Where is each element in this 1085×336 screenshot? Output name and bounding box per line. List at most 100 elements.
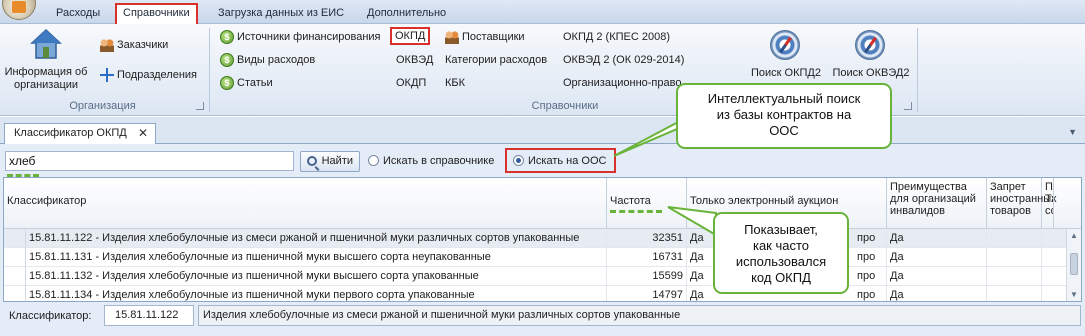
articles-label: Статьи bbox=[237, 77, 273, 89]
row-header bbox=[4, 286, 26, 301]
close-icon[interactable]: ✕ bbox=[138, 124, 148, 143]
column-header-foreign-ban[interactable]: Запрет иностранных товаров bbox=[987, 178, 1057, 229]
document-tab-strip: Классификатор ОКПД ✕ ▼ bbox=[0, 117, 1085, 144]
okpd2-button[interactable]: ОКПД 2 (КПЕС 2008) bbox=[563, 28, 670, 46]
radio-search-reference[interactable]: Искать в справочнике bbox=[368, 154, 494, 168]
radio-selected-icon bbox=[513, 155, 524, 166]
callout-smart-search: Интеллектуальный поиск из базы контракто… bbox=[676, 83, 892, 149]
search-icon bbox=[307, 156, 317, 166]
legal-forms-button[interactable]: Организационно-правов bbox=[563, 74, 681, 92]
cell-auction-partial: про bbox=[857, 270, 876, 282]
cell-auction-partial: про bbox=[857, 251, 876, 263]
cell-disabled-orgs: Да bbox=[887, 229, 987, 248]
okved2-button[interactable]: ОКВЭД 2 (ОК 029-2014) bbox=[563, 51, 684, 69]
row-header bbox=[4, 248, 26, 267]
cell-auction-value: Да bbox=[690, 270, 704, 282]
radio-search-reference-label: Искать в справочнике bbox=[383, 155, 495, 167]
cell-classifier: 15.81.11.132 - Изделия хлебобулочные из … bbox=[26, 267, 607, 286]
scroll-thumb[interactable] bbox=[1070, 253, 1078, 275]
classifier-panel: хлеб Найти Искать в справочнике Искать н… bbox=[0, 144, 1085, 336]
expense-types-label: Виды расходов bbox=[237, 54, 316, 66]
org-info-label-line1: Информация об bbox=[4, 66, 88, 78]
highlight-dashes bbox=[610, 210, 662, 213]
radio-icon bbox=[368, 155, 379, 166]
scroll-up-icon[interactable]: ▲ bbox=[1070, 231, 1078, 240]
group-label-organization: Организация bbox=[69, 100, 136, 112]
cell-disabled-orgs: Да bbox=[887, 248, 987, 267]
expense-types-button[interactable]: $ Виды расходов bbox=[220, 51, 315, 69]
search-okved2-button[interactable]: Поиск ОКВЭД2 bbox=[831, 64, 911, 82]
house-icon bbox=[30, 28, 62, 59]
group-launcher-icon[interactable] bbox=[196, 102, 204, 110]
cell-foreign-ban bbox=[987, 267, 1042, 286]
search-okpd2-button[interactable]: Поиск ОКПД2 bbox=[750, 64, 822, 82]
cell-classifier: 15.81.11.134 - Изделия хлебобулочные из … bbox=[26, 286, 607, 301]
search-input[interactable]: хлеб bbox=[5, 151, 294, 171]
row-header bbox=[4, 267, 26, 286]
cell-frequency: 15599 bbox=[607, 267, 687, 286]
group-launcher-icon[interactable] bbox=[904, 102, 912, 110]
cell-frequency: 14797 bbox=[607, 286, 687, 301]
vertical-scrollbar[interactable]: ▲ ▼ bbox=[1066, 229, 1081, 301]
table-row[interactable]: 15.81.11.134 - Изделия хлебобулочные из … bbox=[4, 286, 1081, 301]
coin-icon: $ bbox=[220, 53, 234, 68]
expense-categories-button[interactable]: Категории расходов bbox=[445, 51, 547, 69]
articles-button[interactable]: $ Статьи bbox=[220, 74, 273, 92]
cell-frequency: 16731 bbox=[607, 248, 687, 267]
okdp-button[interactable]: ОКДП bbox=[396, 74, 426, 92]
app-menu-button[interactable] bbox=[2, 0, 36, 20]
departments-label: Подразделения bbox=[117, 69, 197, 81]
customers-button[interactable]: Заказчики bbox=[100, 36, 168, 54]
find-label: Найти bbox=[321, 155, 353, 167]
table-row[interactable]: 15.81.11.131 - Изделия хлебобулочные из … bbox=[4, 248, 1081, 267]
tab-additional[interactable]: Дополнительно bbox=[361, 5, 452, 24]
suppliers-icon bbox=[445, 30, 459, 45]
callout-smart-search-line1: Интеллектуальный поиск bbox=[707, 91, 861, 106]
cell-auction-value: Да bbox=[690, 289, 704, 301]
footer-classifier-label: Классификатор: bbox=[9, 310, 92, 322]
cell-auction-value: Да bbox=[690, 251, 704, 263]
scroll-down-icon[interactable]: ▼ bbox=[1070, 290, 1078, 299]
footer-classifier-code[interactable]: 15.81.11.122 bbox=[104, 305, 194, 326]
find-button[interactable]: Найти bbox=[300, 151, 360, 172]
column-header-classifier[interactable]: Классификатор bbox=[4, 178, 607, 229]
callout-pointer bbox=[667, 206, 717, 237]
tab-okpd-classifier[interactable]: Классификатор ОКПД ✕ bbox=[4, 123, 156, 144]
table-header: Классификатор Частота Только электронный… bbox=[4, 178, 1081, 229]
suppliers-label: Поставщики bbox=[462, 31, 525, 43]
kbk-button[interactable]: КБК bbox=[445, 74, 465, 92]
footer-classifier-description: Изделия хлебобулочные из смеси ржаной и … bbox=[198, 305, 1081, 326]
tab-expenses[interactable]: Расходы bbox=[50, 5, 106, 24]
column-header-more[interactable]: Пр Та со bbox=[1042, 178, 1054, 229]
org-info-button[interactable]: Информация об организации bbox=[4, 66, 88, 92]
table-row[interactable]: 15.81.11.132 - Изделия хлебобулочные из … bbox=[4, 267, 1081, 286]
okpd-button[interactable]: ОКПД bbox=[390, 27, 431, 45]
cell-classifier: 15.81.11.131 - Изделия хлебобулочные из … bbox=[26, 248, 607, 267]
customers-label: Заказчики bbox=[117, 39, 169, 51]
departments-icon bbox=[100, 68, 114, 83]
cell-disabled-orgs: Да bbox=[887, 286, 987, 301]
suppliers-button[interactable]: Поставщики bbox=[445, 28, 525, 46]
chevron-down-icon[interactable]: ▼ bbox=[1068, 127, 1077, 137]
column-header-disabled-orgs[interactable]: Преимущества для организаций инвалидов bbox=[887, 178, 987, 229]
coin-icon: $ bbox=[220, 76, 234, 91]
callout-frequency-line1: Показывает, bbox=[744, 222, 818, 237]
callout-frequency: Показывает, как часто использовался код … bbox=[713, 212, 849, 294]
departments-button[interactable]: Подразделения bbox=[100, 66, 197, 84]
radio-search-oos[interactable]: Искать на ООС bbox=[513, 154, 606, 168]
callout-smart-search-line3: ООС bbox=[769, 123, 799, 138]
table-row[interactable]: 15.81.11.122 - Изделия хлебобулочные из … bbox=[4, 229, 1081, 248]
callout-smart-search-line2: из базы контрактов на bbox=[716, 107, 852, 122]
callout-frequency-line2: как часто bbox=[752, 238, 810, 253]
tab-references[interactable]: Справочники bbox=[115, 3, 198, 24]
compass-icon bbox=[770, 30, 800, 60]
menu-bar: Расходы Справочники Загрузка данных из Е… bbox=[0, 0, 1085, 24]
okved-button[interactable]: ОКВЭД bbox=[396, 51, 433, 69]
cell-foreign-ban bbox=[987, 248, 1042, 267]
tab-eis-import[interactable]: Загрузка данных из ЕИС bbox=[212, 5, 350, 24]
compass-icon bbox=[855, 30, 885, 60]
coin-icon: $ bbox=[220, 30, 234, 45]
cell-classifier: 15.81.11.122 - Изделия хлебобулочные из … bbox=[26, 229, 607, 248]
funding-sources-button[interactable]: $ Источники финансирования bbox=[220, 28, 381, 46]
group-separator bbox=[917, 28, 918, 112]
